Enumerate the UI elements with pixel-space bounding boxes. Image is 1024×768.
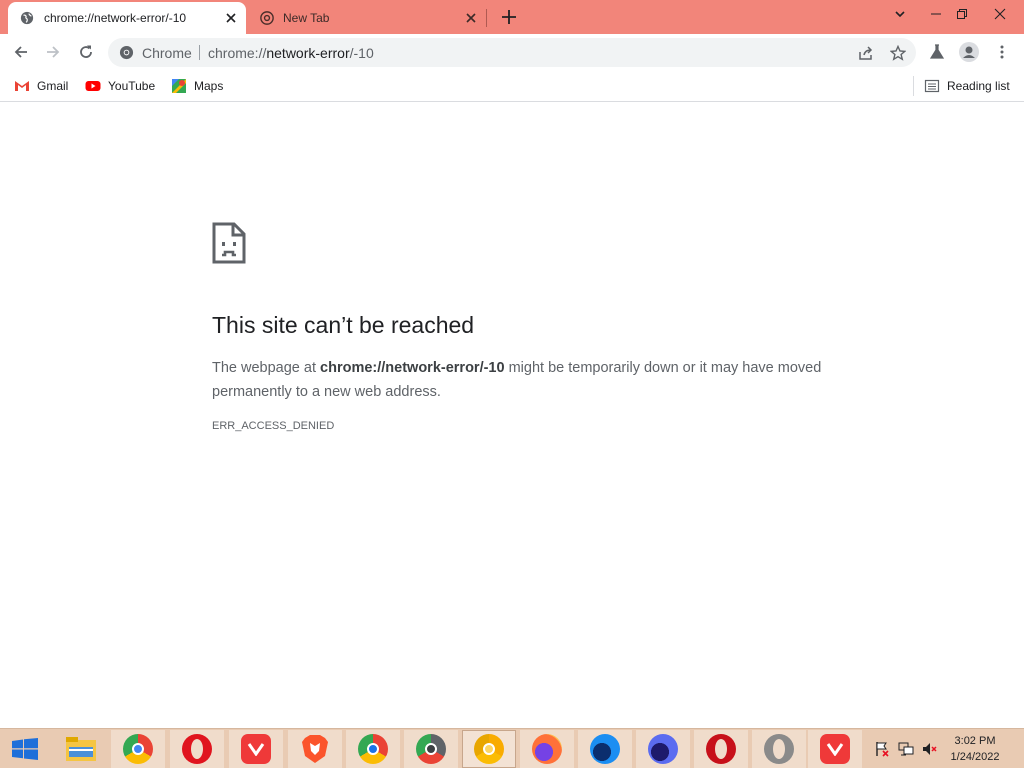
- chrome-canary-icon: [474, 734, 504, 764]
- flask-icon: [929, 44, 945, 59]
- arrow-left-icon: [14, 46, 27, 58]
- url-path: /-10: [349, 45, 374, 61]
- close-tab-icon[interactable]: [222, 9, 240, 27]
- chrome-icon: [123, 734, 153, 764]
- bookmark-label: Gmail: [37, 79, 69, 93]
- tab-search-button[interactable]: [884, 0, 916, 28]
- reading-list-icon: [924, 79, 940, 93]
- chrome-favicon-icon: [260, 11, 274, 25]
- sad-page-icon: [212, 222, 246, 264]
- error-message-url: chrome://network-error/-10: [320, 360, 505, 376]
- firefox-dev-icon: [590, 734, 620, 764]
- taskbar-opera-gx[interactable]: [694, 730, 748, 768]
- tab-title: New Tab: [283, 11, 330, 25]
- taskbar-firefox-dev[interactable]: [578, 730, 632, 768]
- opera-icon: [182, 734, 212, 764]
- tab-new-tab[interactable]: New Tab: [252, 2, 486, 34]
- taskbar-chrome[interactable]: [111, 730, 165, 768]
- chevron-down-icon: [895, 11, 905, 18]
- globe-icon: [20, 11, 34, 25]
- bookmarks-bar: Gmail YouTube Maps Reading list: [0, 70, 1024, 102]
- close-window-button[interactable]: [980, 0, 1020, 28]
- restore-icon: [957, 9, 967, 19]
- taskbar: 3:02 PM 1/24/2022: [0, 728, 1024, 768]
- firefox-icon: [532, 734, 562, 764]
- bookmark-label: Maps: [194, 79, 224, 93]
- share-button[interactable]: [854, 41, 878, 65]
- gmail-icon: [15, 81, 29, 91]
- url-text[interactable]: chrome://network-error/-10: [208, 45, 374, 61]
- taskbar-brave[interactable]: [288, 730, 342, 768]
- bookmark-youtube[interactable]: YouTube: [85, 76, 155, 96]
- site-chip-label: Chrome: [142, 45, 192, 61]
- star-icon: [890, 45, 906, 61]
- youtube-icon: [85, 81, 101, 91]
- title-bar: chrome://network-error/-10 New Tab: [0, 0, 1024, 34]
- opera-gx-icon: [706, 734, 736, 764]
- taskbar-file-explorer[interactable]: [54, 730, 108, 768]
- bookmark-label: YouTube: [108, 79, 156, 93]
- system-clock[interactable]: 3:02 PM 1/24/2022: [940, 733, 1010, 765]
- more-vert-icon: [1000, 45, 1004, 59]
- new-tab-icon[interactable]: [498, 6, 520, 28]
- bookmark-gmail[interactable]: Gmail: [14, 76, 68, 96]
- restore-button[interactable]: [946, 0, 978, 28]
- brave-icon: [302, 735, 328, 763]
- back-button[interactable]: [8, 39, 34, 65]
- taskbar-opera[interactable]: [170, 730, 224, 768]
- close-icon: [994, 8, 1006, 20]
- address-bar[interactable]: Chrome chrome://network-error/-10: [108, 38, 916, 67]
- taskbar-firefox-nightly[interactable]: [636, 730, 690, 768]
- share-icon: [859, 46, 873, 60]
- error-code: ERR_ACCESS_DENIED: [212, 420, 335, 432]
- minimize-icon: [931, 13, 941, 15]
- bookmark-star-button[interactable]: [886, 41, 910, 65]
- tab-separator: [486, 9, 487, 27]
- avatar-icon: [959, 42, 979, 62]
- maps-icon: [172, 79, 186, 93]
- profile-button[interactable]: [956, 39, 982, 65]
- forward-button[interactable]: [40, 39, 66, 65]
- error-message: The webpage at chrome://network-error/-1…: [212, 356, 822, 404]
- taskbar-opera-beta[interactable]: [752, 730, 806, 768]
- vivaldi-snapshot-icon: [820, 734, 850, 764]
- firefox-nightly-icon: [648, 734, 678, 764]
- close-tab-icon[interactable]: [462, 9, 480, 27]
- reload-button[interactable]: [73, 39, 99, 65]
- chrome-beta-icon: [358, 734, 388, 764]
- labs-button[interactable]: [924, 39, 950, 65]
- menu-button[interactable]: [989, 39, 1015, 65]
- taskbar-vivaldi[interactable]: [229, 730, 283, 768]
- vivaldi-icon: [241, 734, 271, 764]
- url-scheme: chrome://: [208, 45, 267, 61]
- volume-muted-icon[interactable]: [922, 741, 938, 757]
- taskbar-firefox[interactable]: [520, 730, 574, 768]
- url-host: network-error: [266, 45, 350, 61]
- tab-title: chrome://network-error/-10: [44, 11, 187, 25]
- bookmark-maps[interactable]: Maps: [171, 76, 223, 96]
- network-icon[interactable]: [898, 741, 914, 757]
- taskbar-vivaldi-snapshot[interactable]: [808, 730, 862, 768]
- error-title: This site can’t be reached: [212, 312, 475, 338]
- file-explorer-icon: [66, 737, 96, 761]
- chrome-site-icon[interactable]: [119, 45, 134, 60]
- windows-logo-icon: [12, 738, 38, 760]
- reading-list-button[interactable]: Reading list: [924, 76, 1010, 96]
- start-button[interactable]: [0, 729, 50, 768]
- error-message-prefix: The webpage at: [212, 360, 321, 376]
- arrow-right-icon: [47, 46, 60, 58]
- chip-separator: [199, 45, 200, 60]
- opera-beta-icon: [764, 734, 794, 764]
- taskbar-chrome-beta[interactable]: [346, 730, 400, 768]
- taskbar-chrome-canary[interactable]: [462, 730, 516, 768]
- reading-list-label: Reading list: [947, 79, 1010, 93]
- chrome-dev-icon: [416, 734, 446, 764]
- clock-time: 3:02 PM: [954, 735, 996, 747]
- reload-icon: [80, 45, 92, 58]
- action-center-flag-icon[interactable]: [874, 741, 890, 757]
- tab-network-error[interactable]: chrome://network-error/-10: [8, 2, 246, 34]
- taskbar-chrome-dev[interactable]: [404, 730, 458, 768]
- clock-date: 1/24/2022: [950, 751, 1000, 763]
- bookmarks-separator: [913, 76, 914, 96]
